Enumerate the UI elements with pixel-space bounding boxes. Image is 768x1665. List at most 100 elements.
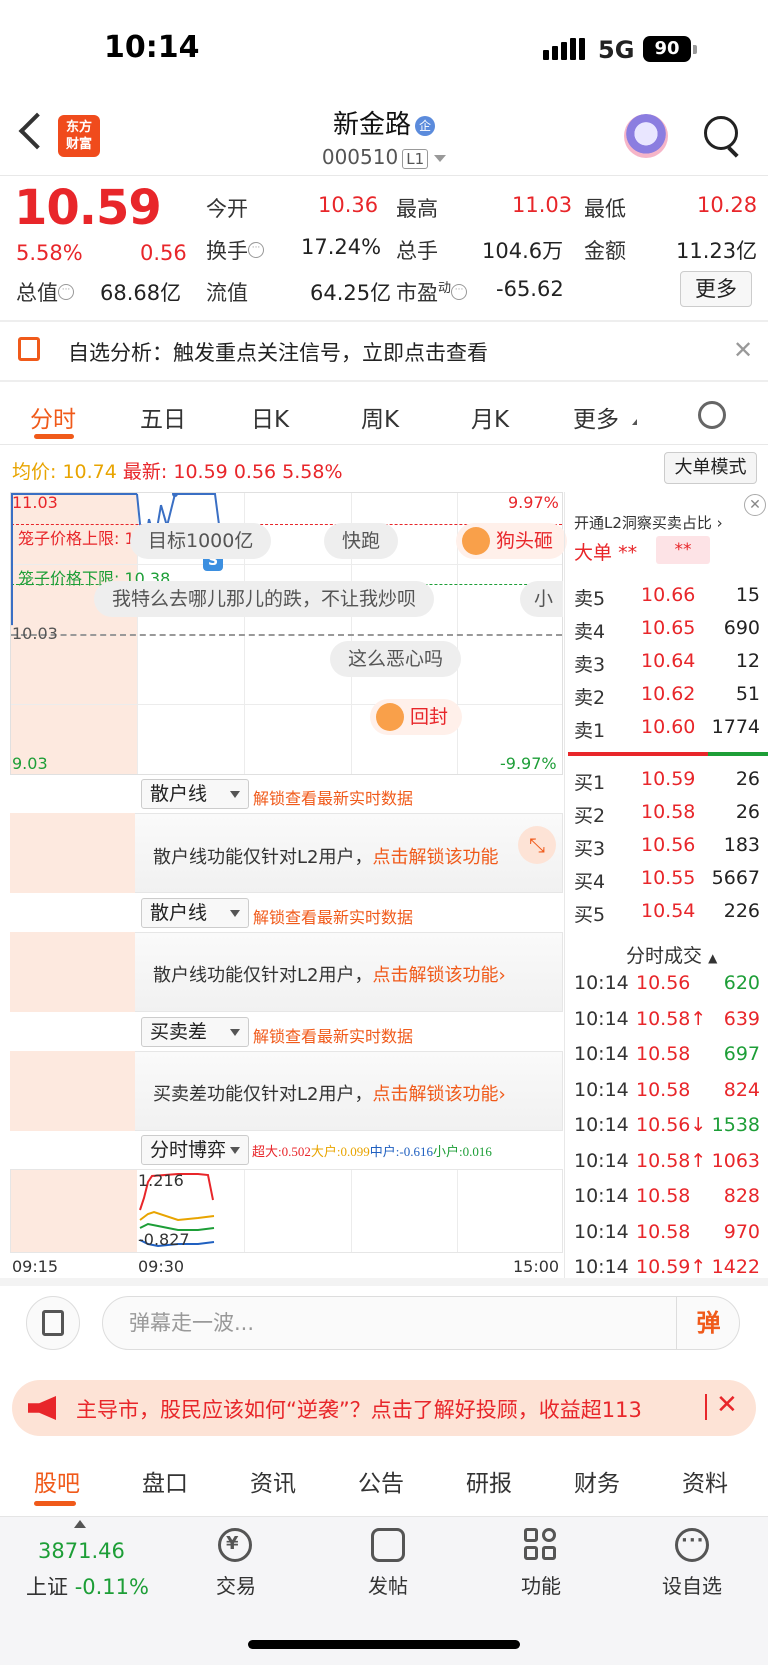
- pre-market-shade: [10, 932, 135, 1012]
- network-type: 5G: [598, 36, 635, 64]
- float-value: 64.25亿: [310, 281, 392, 305]
- turnover-label[interactable]: 换手 ···: [206, 235, 264, 265]
- index-row[interactable]: 上证 -0.11%: [26, 1571, 149, 1601]
- orderbook-vol: 26: [735, 768, 760, 790]
- unlock-link[interactable]: 解锁查看最新实时数据: [253, 785, 413, 809]
- nav-function[interactable]: 功能: [491, 1570, 591, 1599]
- robot-assistant-icon[interactable]: [624, 114, 668, 158]
- tab-profile[interactable]: 资料: [682, 1464, 728, 1498]
- close-icon[interactable]: ✕: [716, 1390, 738, 1420]
- tab-five-day[interactable]: 五日: [140, 400, 186, 434]
- big-order-mode-button[interactable]: 大单模式: [664, 452, 757, 484]
- indicator-message: 买卖差功能仅针对L2用户，点击解锁该功能›: [153, 1080, 506, 1106]
- tab-announcements[interactable]: 公告: [358, 1464, 404, 1498]
- nav-trade[interactable]: 交易: [186, 1570, 286, 1599]
- indicator-msg: 散户线功能仅针对L2用户，: [153, 847, 373, 868]
- mktcap-label[interactable]: 总值 ···: [16, 277, 74, 307]
- game-y-top: 1.216: [138, 1171, 184, 1190]
- orderbook-price: 10.65: [641, 617, 696, 639]
- tab-weekly-k[interactable]: 周K: [361, 400, 399, 434]
- notice-text[interactable]: 自选分析：触发重点关注信号，立即点击查看: [68, 337, 488, 367]
- orderbook-label: 卖1: [574, 720, 606, 742]
- tab-intraday[interactable]: 分时: [30, 400, 76, 434]
- indicator-msg: 买卖差功能仅针对L2用户，: [153, 1084, 373, 1105]
- divider: [0, 380, 768, 382]
- battery-tip: [693, 45, 697, 54]
- divider: [0, 1278, 768, 1286]
- grid-cell: [524, 1546, 538, 1560]
- index-change: -0.11%: [74, 1575, 149, 1599]
- danmu-input[interactable]: 弹幕走一波...: [102, 1296, 740, 1350]
- avg-info: 均价: 10.74 最新: 10.59 0.56 5.58%: [12, 457, 343, 484]
- unlock-feature-link[interactable]: 点击解锁该功能: [372, 1084, 498, 1105]
- change-pct: 5.58%: [16, 241, 83, 265]
- grid-cell: [542, 1546, 556, 1560]
- unlock-feature-link[interactable]: 点击解锁该功能: [372, 965, 498, 986]
- ad-text[interactable]: 主导市，股民应该如何“逆袭”？点击了解好投顾，收益超113: [76, 1394, 692, 1424]
- orderbook-price: 10.55: [641, 867, 696, 889]
- tick-volume: 1538: [711, 1114, 760, 1136]
- price-point: [172, 493, 178, 497]
- enterprise-badge: 企: [415, 115, 435, 136]
- more-button[interactable]: 更多: [680, 271, 752, 307]
- tab-forum[interactable]: 股吧: [34, 1464, 80, 1498]
- signal-icon: [543, 38, 588, 60]
- tick-time: 10:14: [574, 1078, 629, 1101]
- unlock-link[interactable]: 解锁查看最新实时数据: [253, 904, 413, 928]
- gear-icon[interactable]: [698, 401, 726, 429]
- unlock-feature-link[interactable]: 点击解锁该功能: [372, 847, 498, 868]
- tab-more[interactable]: 更多: [573, 400, 619, 434]
- amount-value: 11.23亿: [676, 239, 758, 263]
- avg-label: 均价:: [12, 461, 57, 483]
- tick-time: 10:14: [574, 1220, 629, 1243]
- indicator-select[interactable]: 散户线: [141, 779, 249, 809]
- speaker-icon: [18, 337, 40, 361]
- note-settings-icon[interactable]: [26, 1296, 80, 1350]
- unlock-link[interactable]: 解锁查看最新实时数据: [253, 1023, 413, 1047]
- indicator-select[interactable]: 分时博弈: [141, 1135, 249, 1165]
- danmu-send-button[interactable]: 弹: [676, 1296, 740, 1350]
- legend-super-label: 超大:: [252, 1144, 282, 1159]
- nav-post[interactable]: 发帖: [338, 1570, 438, 1599]
- legend-small-value: 0.016: [462, 1144, 492, 1159]
- y-label-top: 11.03: [12, 493, 58, 512]
- tab-handicap[interactable]: 盘口: [142, 1464, 188, 1498]
- pe-label[interactable]: 市盈动 ···: [396, 277, 468, 307]
- legend-big-label: 大户:: [310, 1144, 341, 1159]
- indicator-select[interactable]: 散户线: [141, 898, 249, 928]
- tick-price: 10.58: [636, 1220, 691, 1243]
- info-icon: ···: [451, 284, 468, 300]
- indicator-select[interactable]: 买卖差: [141, 1017, 249, 1047]
- search-icon[interactable]: [704, 116, 738, 150]
- danmu-bubble: 这么恶心吗: [330, 641, 462, 677]
- danmu-bubble: 快跑: [324, 523, 399, 559]
- expand-icon[interactable]: ⤡: [518, 826, 556, 864]
- l2-promo-link[interactable]: 开通L2洞察买卖占比 ›: [574, 512, 723, 533]
- tab-news[interactable]: 资讯: [250, 1464, 296, 1498]
- grid-cell: [542, 1528, 556, 1542]
- danmu-bubble: 小家: [520, 581, 563, 617]
- tab-finance[interactable]: 财务: [574, 1464, 620, 1498]
- chevron-icon: [632, 419, 637, 425]
- yuan-glyph: ¥: [226, 1533, 239, 1554]
- function-grid-icon[interactable]: [524, 1528, 558, 1562]
- nav-watchlist[interactable]: 设自选: [642, 1570, 742, 1599]
- tick-volume: 828: [723, 1185, 760, 1207]
- mktcap-label-text: 总值: [16, 281, 58, 305]
- orderbook-price: 10.58: [641, 801, 696, 823]
- float-label: 流值: [206, 281, 248, 305]
- close-icon[interactable]: ✕: [733, 336, 753, 364]
- mktcap-value: 68.68亿: [100, 281, 182, 305]
- tick-price: 10.58: [636, 1185, 691, 1207]
- close-icon[interactable]: ✕: [744, 494, 766, 516]
- tab-daily-k[interactable]: 日K: [251, 400, 289, 434]
- post-icon[interactable]: [371, 1528, 405, 1562]
- tick-volume: 970: [723, 1220, 760, 1243]
- info-icon: ···: [248, 242, 264, 258]
- pre-market-shade: [10, 1051, 135, 1131]
- tab-monthly-k[interactable]: 月K: [471, 400, 509, 434]
- tab-research[interactable]: 研报: [466, 1464, 512, 1498]
- tick-time: 10:14: [574, 1043, 629, 1065]
- ticks-title[interactable]: 分时成交 ▲: [626, 941, 717, 968]
- index-value[interactable]: 3871.46: [38, 1539, 125, 1563]
